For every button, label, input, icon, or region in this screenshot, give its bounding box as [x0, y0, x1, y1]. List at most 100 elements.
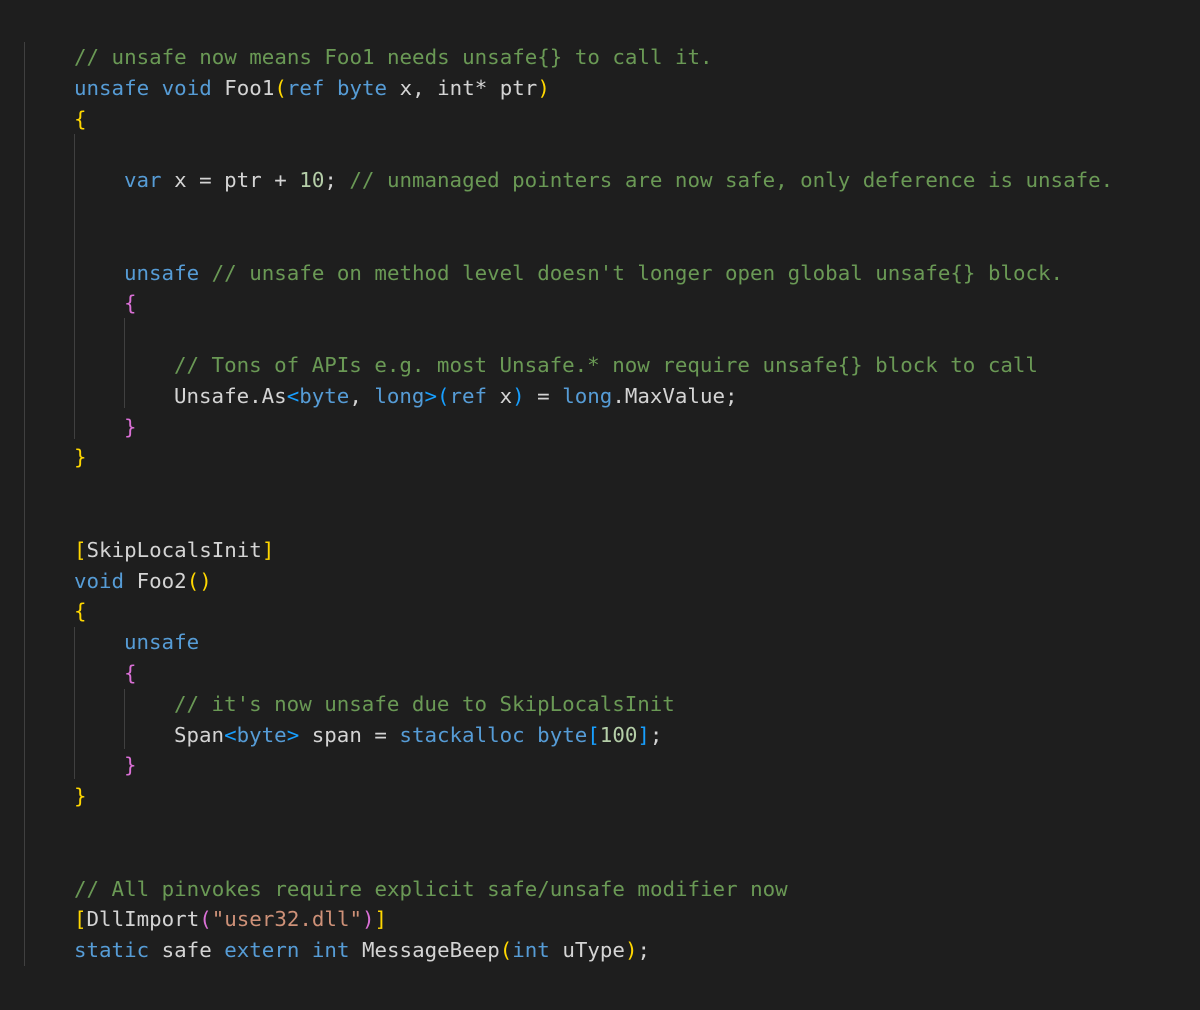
- code-token: ,: [349, 383, 375, 408]
- code-token: [: [587, 722, 600, 747]
- code-token: (: [274, 75, 287, 100]
- code-line[interactable]: {: [74, 658, 137, 688]
- code-token: var: [124, 168, 162, 193]
- code-token: long: [562, 383, 613, 408]
- code-line[interactable]: static safe extern int MessageBeep(int u…: [74, 935, 650, 965]
- code-token: (: [199, 907, 212, 932]
- code-line[interactable]: }: [74, 750, 137, 780]
- code-line[interactable]: {: [74, 288, 137, 318]
- code-token: unsafe: [124, 630, 200, 655]
- code-line[interactable]: unsafe void Foo1(ref byte x, int* ptr): [74, 73, 550, 103]
- code-token: extern: [224, 938, 300, 963]
- code-token: // unsafe on method level doesn't longer…: [211, 260, 1064, 285]
- code-token: (: [436, 383, 450, 408]
- code-token: void: [74, 568, 125, 593]
- code-token: byte: [336, 75, 388, 100]
- indent-guide-outer: [24, 42, 25, 966]
- code-line[interactable]: // Tons of APIs e.g. most Unsafe.* now r…: [74, 350, 1038, 380]
- code-token: Span: [174, 722, 225, 747]
- code-token: Foo1: [211, 75, 275, 100]
- code-line[interactable]: // unsafe now means Foo1 needs unsafe{} …: [74, 42, 713, 72]
- code-token: ref: [449, 383, 488, 408]
- code-token: static: [74, 938, 150, 963]
- code-token: byte: [537, 722, 588, 747]
- code-token: long: [374, 383, 425, 408]
- code-token: {: [74, 106, 87, 131]
- code-token: {: [74, 599, 87, 624]
- code-token: {: [124, 291, 137, 316]
- code-token: Foo2: [124, 568, 187, 593]
- code-token: }: [74, 784, 87, 809]
- code-token: void: [161, 75, 212, 100]
- code-token: byte: [299, 383, 350, 408]
- code-token: byte: [236, 722, 287, 747]
- code-token: safe: [149, 938, 225, 963]
- code-line[interactable]: Span<byte> span = stackalloc byte[100];: [74, 720, 662, 750]
- code-token: >: [424, 383, 437, 408]
- code-token: (: [499, 938, 513, 963]
- code-token: x: [487, 383, 513, 408]
- code-token: unsafe: [74, 75, 150, 100]
- code-token: ]: [374, 907, 388, 932]
- code-line[interactable]: {: [74, 104, 87, 134]
- code-token: {: [124, 661, 137, 685]
- code-line[interactable]: [SkipLocalsInit]: [74, 535, 274, 565]
- code-token: ;: [649, 722, 663, 747]
- code-line[interactable]: [DllImport("user32.dll")]: [74, 904, 387, 934]
- code-token: uType: [549, 938, 625, 963]
- code-line[interactable]: }: [74, 412, 137, 442]
- code-token: [: [74, 907, 87, 932]
- code-token: }: [124, 414, 137, 439]
- code-token: ref: [286, 75, 325, 100]
- code-line[interactable]: var x = ptr + 10; // unmanaged pointers …: [74, 165, 1113, 195]
- code-line[interactable]: unsafe // unsafe on method level doesn't…: [74, 258, 1063, 288]
- code-token: }: [124, 753, 137, 778]
- code-token: x, int* ptr: [387, 75, 538, 100]
- code-token: [: [74, 537, 87, 562]
- code-token: ]: [637, 722, 650, 747]
- code-line[interactable]: void Foo2(): [74, 566, 212, 596]
- code-token: DllImport: [86, 907, 200, 932]
- code-token: ]: [261, 537, 275, 562]
- code-token: SkipLocalsInit: [86, 537, 262, 562]
- code-token: .MaxValue;: [612, 383, 738, 408]
- code-token: >: [286, 722, 300, 747]
- code-token: MessageBeep: [349, 938, 500, 963]
- code-token: span =: [299, 722, 400, 747]
- code-token: int: [512, 938, 550, 963]
- code-token: ;: [324, 168, 350, 193]
- code-line[interactable]: // All pinvokes require explicit safe/un…: [74, 874, 788, 904]
- code-token: // it's now unsafe due to SkipLocalsInit: [174, 691, 675, 716]
- code-line[interactable]: {: [74, 596, 87, 626]
- code-token: 10: [299, 168, 325, 193]
- code-token: ): [362, 907, 375, 932]
- code-token: <: [224, 722, 237, 747]
- code-token: // unmanaged pointers are now safe, only…: [349, 168, 1114, 193]
- code-token: stackalloc: [399, 722, 525, 747]
- code-token: =: [524, 383, 563, 408]
- code-token: int: [311, 938, 350, 963]
- code-token: ;: [637, 938, 650, 963]
- code-token: (): [186, 568, 212, 593]
- code-editor[interactable]: // unsafe now means Foo1 needs unsafe{} …: [0, 0, 1200, 1010]
- code-line[interactable]: Unsafe.As<byte, long>(ref x) = long.MaxV…: [74, 381, 738, 411]
- code-token: // unsafe now means Foo1 needs unsafe{} …: [74, 45, 713, 69]
- code-token: Unsafe.As: [174, 383, 287, 408]
- code-token: // All pinvokes require explicit safe/un…: [74, 876, 788, 901]
- code-line[interactable]: }: [74, 781, 87, 811]
- code-token: x = ptr +: [161, 168, 300, 193]
- code-line[interactable]: // it's now unsafe due to SkipLocalsInit: [74, 689, 675, 719]
- code-token: "user32.dll": [211, 907, 362, 932]
- code-token: }: [74, 445, 87, 470]
- code-line[interactable]: unsafe: [74, 627, 199, 657]
- code-token: ): [624, 938, 638, 963]
- code-token: ): [537, 75, 550, 100]
- code-token: unsafe: [124, 260, 200, 285]
- code-line[interactable]: }: [74, 442, 87, 472]
- code-token: ): [512, 383, 525, 408]
